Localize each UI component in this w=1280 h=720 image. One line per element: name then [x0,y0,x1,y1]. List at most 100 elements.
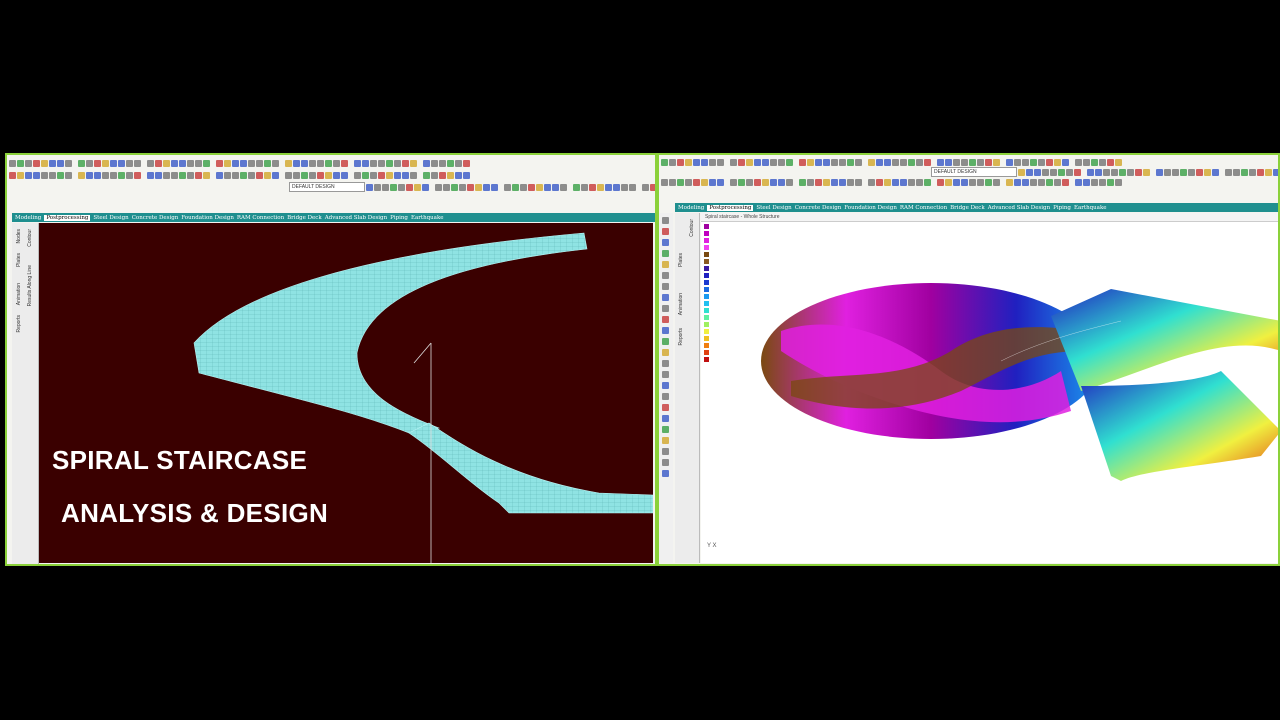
toolbar-tool-icon[interactable] [1180,168,1187,176]
toolbar-tool-icon[interactable] [1075,178,1082,186]
toolbar-tool-icon[interactable] [693,178,700,186]
toolbar-tool-icon[interactable] [908,178,915,186]
toolbar-tool-icon[interactable] [1099,158,1106,166]
toolbar-tool-icon[interactable] [378,159,385,167]
toolbar-tool-icon[interactable] [317,159,324,167]
toolbar-tool-icon[interactable] [1062,158,1069,166]
side-tab-plates[interactable]: Plates [678,253,684,267]
side-tab-contour[interactable]: Contour [689,219,695,237]
toolbar-tool-icon[interactable] [264,171,271,179]
toolbar-tool-icon[interactable] [847,158,854,166]
toolbar-tool-icon[interactable] [325,171,332,179]
toolbar-tool-icon[interactable] [1074,168,1081,176]
toolbar-tool-icon[interactable] [374,183,381,191]
toolbar-tool-icon[interactable] [512,183,519,191]
toolbar-tool-icon[interactable] [977,178,984,186]
load-case-combo[interactable]: DEFAULT DESIGN [931,167,1017,177]
toolbar-tool-icon[interactable] [520,183,527,191]
toolbar-tool-icon[interactable] [823,158,830,166]
tab-earthquake[interactable]: Earthquake [1074,205,1107,211]
toolbar-tool-icon[interactable] [855,178,862,186]
toolbar-tool-icon[interactable] [451,183,458,191]
toolbar-tool-icon[interactable] [155,171,162,179]
toolbar-tool-icon[interactable] [25,171,32,179]
toolbar-tool-icon[interactable] [738,178,745,186]
toolbar-tool-icon[interactable] [528,183,535,191]
toolbar-tool-icon[interactable] [799,158,806,166]
toolbar-tool-icon[interactable] [1172,168,1179,176]
toolbar-tool-icon[interactable] [621,183,628,191]
toolbar-tool-icon[interactable] [317,171,324,179]
tab-postprocessing[interactable]: Postprocessing [44,214,91,221]
load-case-combo[interactable]: DEFAULT DESIGN [289,182,365,192]
side-tool-icon[interactable] [662,316,669,323]
toolbar-tool-icon[interactable] [431,159,438,167]
toolbar-tool-icon[interactable] [1054,158,1061,166]
side-tab-results-along-line[interactable]: Results Along Line [27,265,33,306]
toolbar-tool-icon[interactable] [431,171,438,179]
toolbar-tool-icon[interactable] [1030,178,1037,186]
toolbar-tool-icon[interactable] [362,171,369,179]
toolbar-tool-icon[interactable] [847,178,854,186]
toolbar-tool-icon[interactable] [900,158,907,166]
toolbar-tool-icon[interactable] [762,178,769,186]
toolbar-tool-icon[interactable] [868,158,875,166]
tab-postprocessing[interactable]: Postprocessing [707,204,754,211]
toolbar-tool-icon[interactable] [1241,168,1248,176]
toolbar-tool-icon[interactable] [134,171,141,179]
toolbar-tool-icon[interactable] [187,171,194,179]
toolbar-tool-icon[interactable] [762,158,769,166]
toolbar-tool-icon[interactable] [285,171,292,179]
toolbar-tool-icon[interactable] [589,183,596,191]
toolbar-tool-icon[interactable] [807,158,814,166]
toolbar-tool-icon[interactable] [778,158,785,166]
toolbar-tool-icon[interactable] [669,158,676,166]
toolbar-tool-icon[interactable] [272,171,279,179]
toolbar-tool-icon[interactable] [953,178,960,186]
toolbar-tool-icon[interactable] [1006,178,1013,186]
toolbar-tool-icon[interactable] [1164,168,1171,176]
toolbar-tool-icon[interactable] [65,159,72,167]
toolbar-tool-icon[interactable] [1107,158,1114,166]
toolbar-tool-icon[interactable] [57,171,64,179]
toolbar-tool-icon[interactable] [370,171,377,179]
toolbar-tool-icon[interactable] [730,158,737,166]
toolbar-tool-icon[interactable] [216,159,223,167]
toolbar-tool-icon[interactable] [341,171,348,179]
tab-piping[interactable]: Piping [1053,205,1071,211]
toolbar-tool-icon[interactable] [341,159,348,167]
toolbar-tool-icon[interactable] [264,159,271,167]
toolbar-tool-icon[interactable] [746,158,753,166]
toolbar-tool-icon[interactable] [823,178,830,186]
toolbar-tool-icon[interactable] [402,159,409,167]
toolbar-tool-icon[interactable] [552,183,559,191]
toolbar-tool-icon[interactable] [1075,158,1082,166]
toolbar-tool-icon[interactable] [171,159,178,167]
toolbar-tool-icon[interactable] [717,178,724,186]
tab-concrete-design[interactable]: Concrete Design [795,205,842,211]
side-tool-icon[interactable] [662,239,669,246]
toolbar-tool-icon[interactable] [33,159,40,167]
toolbar-tool-icon[interactable] [937,178,944,186]
toolbar-tool-icon[interactable] [94,171,101,179]
toolbar-tool-icon[interactable] [463,171,470,179]
side-tool-icon[interactable] [662,360,669,367]
tab-foundation-design[interactable]: Foundation Design [844,205,897,211]
toolbar-tool-icon[interactable] [1188,168,1195,176]
toolbar-tool-icon[interactable] [1196,168,1203,176]
toolbar-tool-icon[interactable] [455,159,462,167]
toolbar-tool-icon[interactable] [435,183,442,191]
toolbar-tool-icon[interactable] [839,178,846,186]
toolbar-tool-icon[interactable] [629,183,636,191]
toolbar-tool-icon[interactable] [709,158,716,166]
toolbar-tool-icon[interactable] [1273,168,1278,176]
toolbar-tool-icon[interactable] [924,178,931,186]
toolbar-tool-icon[interactable] [1034,168,1041,176]
toolbar-tool-icon[interactable] [398,183,405,191]
toolbar-tool-icon[interactable] [41,159,48,167]
toolbar-tool-icon[interactable] [544,183,551,191]
tab-modeling[interactable]: Modeling [678,205,704,211]
toolbar-tool-icon[interactable] [134,159,141,167]
toolbar-tool-icon[interactable] [961,158,968,166]
toolbar-tool-icon[interactable] [126,159,133,167]
